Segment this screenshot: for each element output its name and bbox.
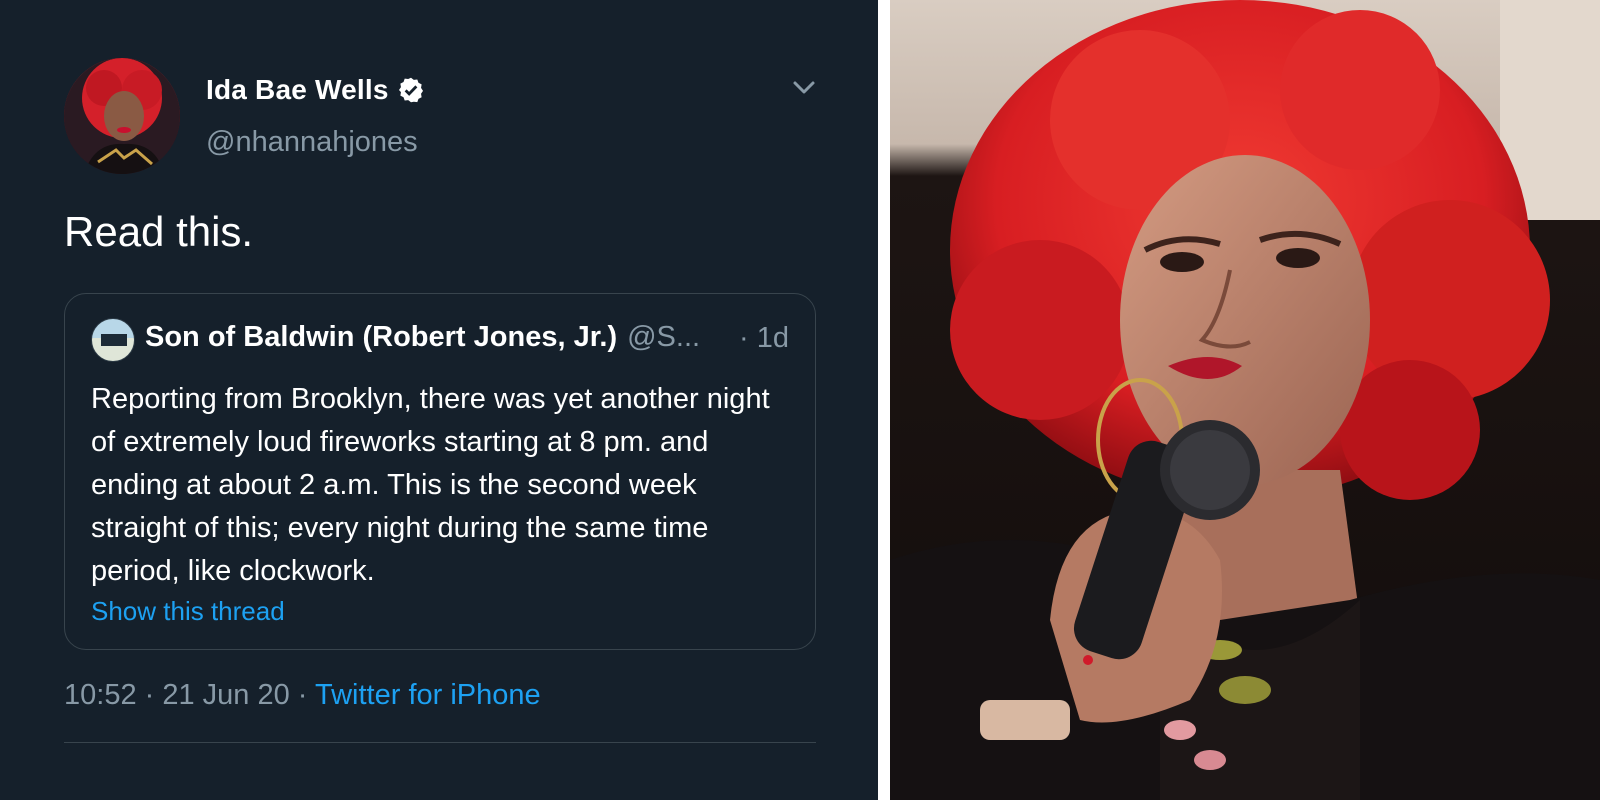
author-display-name[interactable]: Ida Bae Wells bbox=[206, 74, 389, 106]
portrait-photo bbox=[890, 0, 1600, 800]
quoted-author-handle[interactable]: @S... bbox=[627, 321, 700, 354]
quoted-tweet-card[interactable]: Son of Baldwin (Robert Jones, Jr.) @S...… bbox=[64, 293, 816, 650]
show-thread-link[interactable]: Show this thread bbox=[91, 596, 285, 627]
tweet-source-link[interactable]: Twitter for iPhone bbox=[315, 679, 541, 711]
tweet-text: Read this. bbox=[64, 208, 254, 255]
divider bbox=[64, 742, 816, 743]
chevron-down-icon[interactable] bbox=[790, 78, 818, 98]
quoted-author-avatar[interactable] bbox=[91, 318, 135, 362]
tweet-meta: 10:52 · 21 Jun 20 · Twitter for iPhone bbox=[64, 679, 541, 712]
tweet-timestamp[interactable]: 10:52 · 21 Jun 20 · bbox=[64, 679, 315, 711]
quoted-author-name[interactable]: Son of Baldwin (Robert Jones, Jr.) bbox=[145, 321, 617, 354]
author-avatar[interactable] bbox=[64, 58, 180, 174]
verified-badge-icon bbox=[398, 77, 423, 103]
tweet-panel: Ida Bae Wells @nhannahjones Read this. S… bbox=[0, 0, 878, 800]
author-handle[interactable]: @nhannahjones bbox=[206, 126, 418, 159]
image-separator bbox=[878, 0, 890, 800]
quoted-tweet-time[interactable]: · 1d bbox=[739, 322, 789, 355]
quoted-tweet-text: Reporting from Brooklyn, there was yet a… bbox=[91, 383, 770, 587]
